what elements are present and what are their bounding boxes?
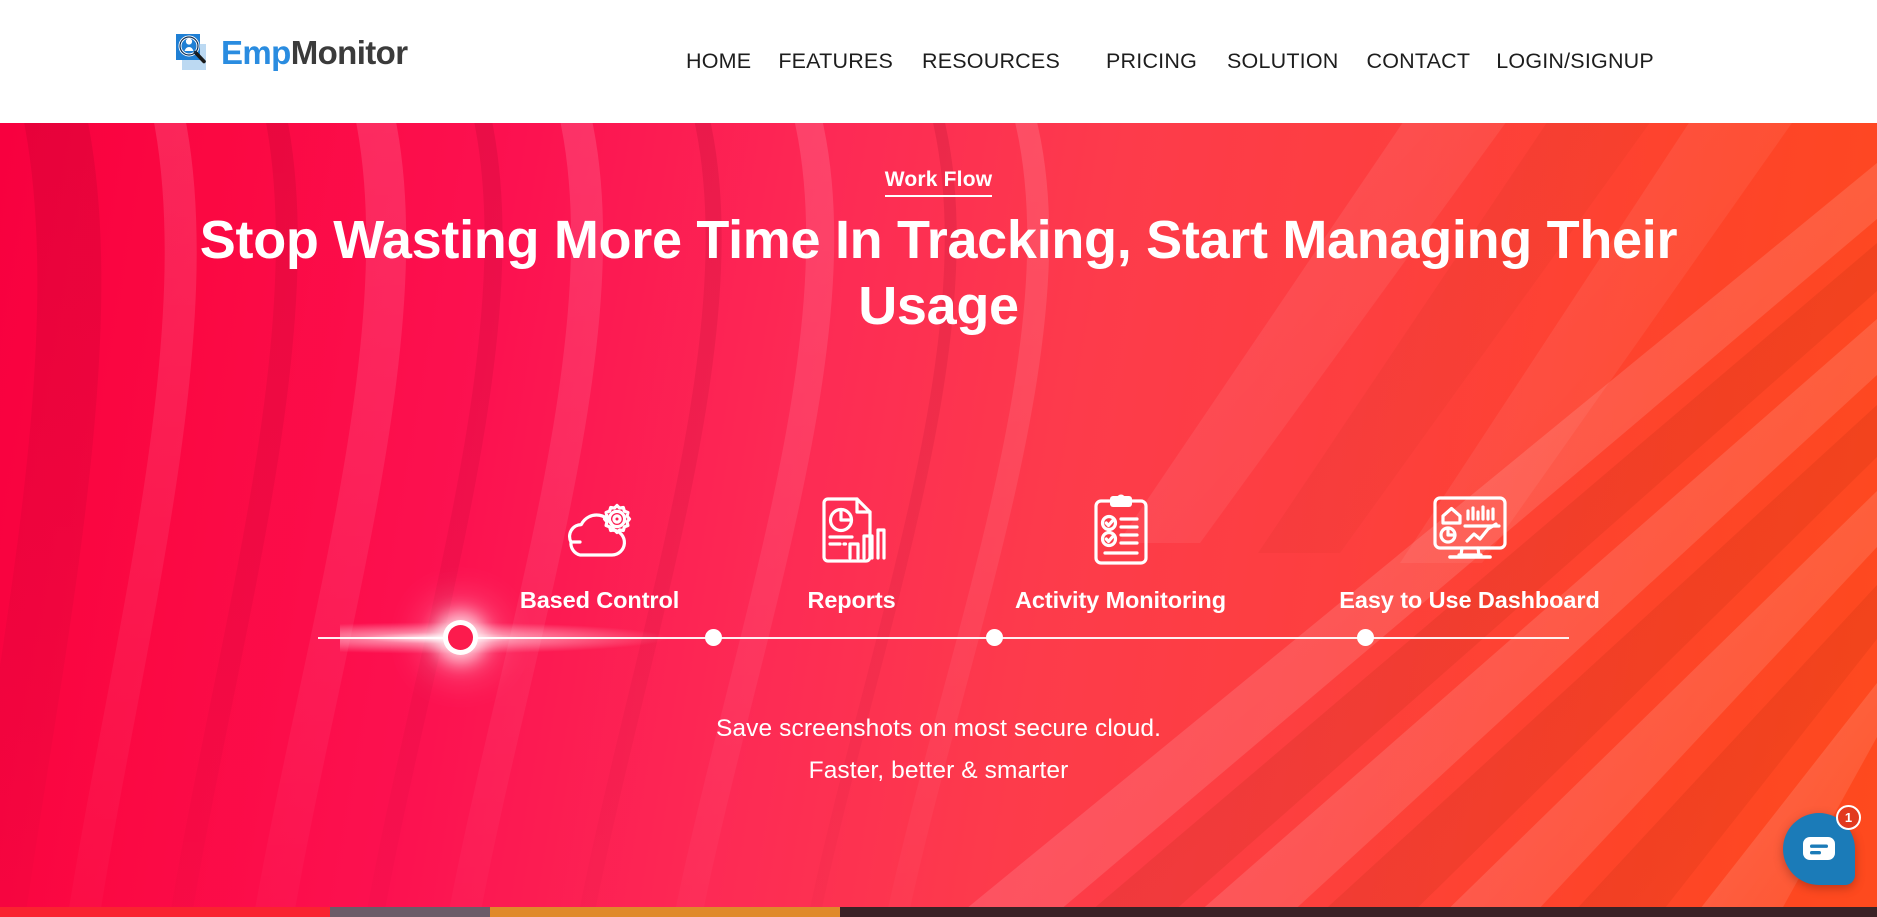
carousel-dot-1[interactable] [448,625,473,650]
chat-unread-badge: 1 [1836,805,1861,830]
next-section-strip [0,907,1877,917]
logo-text: EmpMonitor [221,33,408,71]
site-header: EmpMonitor HOME FEATURES RESOURCES PRICI… [0,0,1877,123]
strip-segment-dark [840,907,1877,917]
nav-item-features[interactable]: FEATURES [778,45,893,79]
magnifier-person-logo-icon [172,30,214,74]
logo-text-emp: Emp [221,33,291,71]
feature-label: Activity Monitoring [1015,587,1226,613]
feature-item-cloud-based-control[interactable]: Based Control [471,493,729,614]
nav-item-pricing[interactable]: PRICING [1106,45,1197,79]
carousel-dot-2[interactable] [705,629,722,646]
feature-label: Reports [807,587,896,613]
feature-label: Based Control [519,587,680,613]
hero-headline: Stop Wasting More Time In Tracking, Star… [199,210,1678,336]
carousel-progress-track[interactable] [0,618,1877,658]
hero-section: Work Flow Stop Wasting More Time In Trac… [0,123,1877,907]
feature-item-easy-to-use-dashboard[interactable]: Easy to Use Dashboard [1297,493,1643,614]
carousel-dot-3[interactable] [986,629,1003,646]
main-navigation: HOME FEATURES RESOURCES PRICING SOLUTION… [686,0,1654,123]
logo-text-monitor: Monitor [290,33,408,71]
hero-eyebrow-text: Work Flow [884,168,993,197]
strip-segment-grey [330,907,490,917]
hero-tagline: Save screenshots on most secure cloud. F… [0,708,1877,792]
monitor-dashboard-icon [1432,493,1508,565]
nav-item-login-signup[interactable]: LOGIN/SIGNUP [1496,45,1654,79]
nav-item-resources[interactable]: RESOURCES [922,45,1060,79]
feature-item-activity-monitoring[interactable]: Activity Monitoring [971,493,1271,614]
hero-tagline-line-1: Save screenshots on most secure cloud. [715,715,1162,742]
report-document-chart-icon [818,493,886,565]
strip-segment-red [0,907,330,917]
logo[interactable]: EmpMonitor [172,30,408,74]
carousel-track-line [318,637,1569,639]
hero-eyebrow: Work Flow [0,168,1877,197]
nav-item-home[interactable]: HOME [686,45,751,79]
carousel-dot-4[interactable] [1357,629,1374,646]
feature-label: Easy to Use Dashboard [1339,587,1600,613]
strip-segment-orange [490,907,840,917]
cloud-gear-icon [564,493,636,565]
nav-item-solution[interactable]: SOLUTION [1227,45,1339,79]
nav-item-contact[interactable]: CONTACT [1367,45,1471,79]
hero-tagline-line-2: Faster, better & smarter [808,757,1069,784]
feature-item-reports[interactable]: Reports [723,493,981,614]
clipboard-checklist-icon [1091,493,1151,565]
feature-list: Based Control Reports Activity Monitorin… [0,493,1877,614]
chat-widget[interactable]: 1 [1783,805,1861,885]
